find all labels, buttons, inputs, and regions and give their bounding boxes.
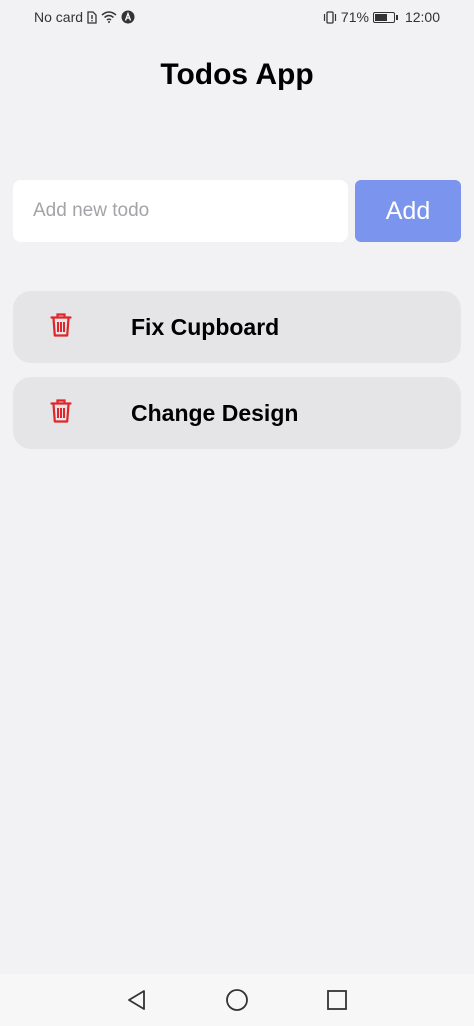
- recent-square-icon[interactable]: [323, 986, 351, 1014]
- todo-text: Change Design: [131, 399, 299, 426]
- status-bar: No card 71% 12:00: [0, 0, 474, 34]
- add-todo-form: Add: [13, 180, 461, 242]
- todo-list: Fix Cupboard Change Design: [13, 291, 461, 463]
- trash-icon: [50, 398, 72, 429]
- battery-icon: [372, 11, 398, 23]
- battery-level-fill: [374, 13, 388, 21]
- carrier-text: No card: [34, 9, 84, 25]
- back-triangle-icon[interactable]: [123, 986, 151, 1014]
- trash-icon: [50, 312, 72, 343]
- status-left: No card: [34, 9, 135, 25]
- list-item: Change Design: [13, 377, 461, 449]
- new-todo-input[interactable]: [13, 180, 348, 242]
- battery-percent: 71%: [340, 9, 369, 25]
- todo-text: Fix Cupboard: [131, 313, 280, 340]
- clock-time: 12:00: [404, 9, 440, 25]
- delete-button[interactable]: [13, 291, 109, 363]
- system-nav-bar: [0, 974, 474, 1026]
- sim-alert-icon: [87, 10, 97, 24]
- home-circle-icon[interactable]: [223, 986, 251, 1014]
- delete-button[interactable]: [13, 377, 109, 449]
- notification-a-icon: [121, 10, 135, 24]
- page-title: Todos App: [160, 58, 314, 91]
- list-item: Fix Cupboard: [13, 291, 461, 363]
- vibrate-icon: [323, 10, 337, 24]
- status-right: 71% 12:00: [323, 9, 440, 25]
- add-button[interactable]: Add: [355, 180, 461, 242]
- wifi-icon: [101, 11, 117, 23]
